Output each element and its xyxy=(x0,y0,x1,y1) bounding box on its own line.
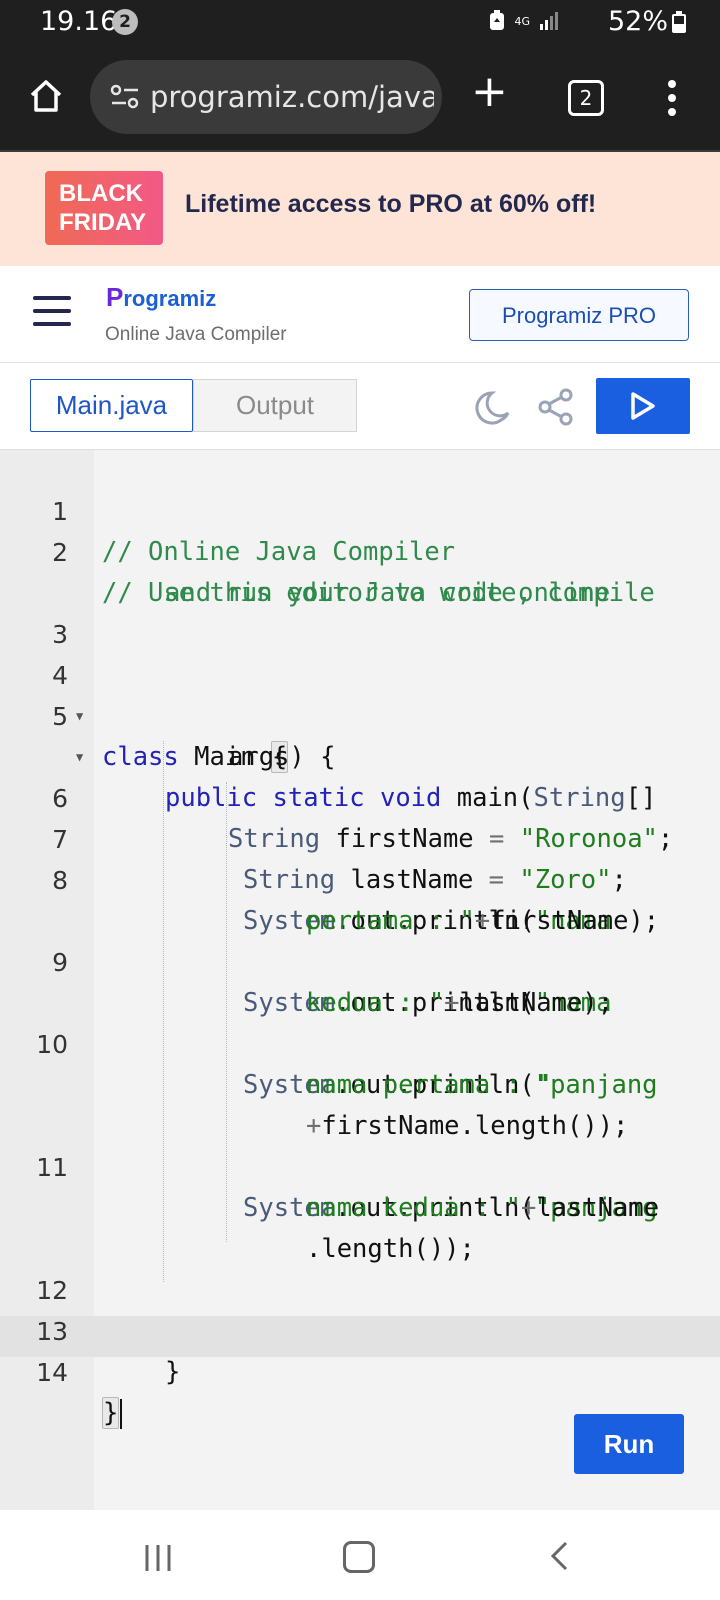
recent-apps-icon[interactable] xyxy=(143,1543,173,1573)
site-header: Programiz Online Java Compiler Programiz… xyxy=(0,266,720,363)
battery-percent: 52% xyxy=(607,6,668,37)
page-subtitle: Online Java Compiler xyxy=(105,324,287,345)
line-number: 14 xyxy=(36,1358,68,1387)
url-text[interactable]: programiz.com/java-pr xyxy=(150,80,434,114)
dark-mode-moon-icon[interactable] xyxy=(475,387,515,427)
code-punct: } xyxy=(165,1357,181,1387)
programiz-pro-button[interactable]: Programiz PRO xyxy=(469,289,689,341)
home-icon[interactable] xyxy=(28,78,64,114)
status-time: 19.16 xyxy=(40,6,118,37)
black-friday-badge: BLACK FRIDAY xyxy=(45,171,163,245)
matched-brace: } xyxy=(102,1397,120,1429)
run-button[interactable]: Run xyxy=(574,1414,684,1474)
tab-output[interactable]: Output xyxy=(193,379,357,432)
promo-banner[interactable]: BLACK FRIDAY Lifetime access to PRO at 6… xyxy=(0,152,720,266)
back-icon[interactable] xyxy=(549,1541,569,1571)
more-menu-icon[interactable] xyxy=(668,80,676,122)
editor-toolbar: Main.java Output xyxy=(0,363,720,450)
programiz-logo[interactable]: Programiz xyxy=(106,282,216,313)
new-tab-plus-icon[interactable]: + xyxy=(471,70,508,114)
tabs-count-button[interactable]: 2 xyxy=(568,80,604,116)
battery-icon xyxy=(672,11,686,33)
status-bar: 19.16 2 4G 52% xyxy=(0,0,720,44)
badge-line-2: FRIDAY xyxy=(59,209,147,236)
network-type-label: 4G xyxy=(514,14,530,28)
badge-line-1: BLACK xyxy=(59,180,143,207)
text-cursor xyxy=(120,1399,123,1429)
battery-saver-icon xyxy=(490,10,505,30)
signal-icon xyxy=(540,12,558,30)
system-nav-bar xyxy=(0,1510,720,1600)
promo-text[interactable]: Lifetime access to PRO at 60% off! xyxy=(185,190,596,219)
logo-text: rogramiz xyxy=(123,286,217,311)
notification-count-badge: 2 xyxy=(112,9,138,35)
home-nav-icon[interactable] xyxy=(343,1541,375,1573)
address-bar[interactable]: programiz.com/java-pr xyxy=(90,60,442,134)
play-icon xyxy=(631,392,655,420)
logo-initial: P xyxy=(106,282,124,312)
status-icons: 4G xyxy=(488,10,560,32)
hamburger-menu-icon[interactable] xyxy=(33,296,71,335)
share-icon[interactable] xyxy=(537,387,575,427)
code-editor[interactable]: 1 // Online Java Compiler 2 // Use this … xyxy=(0,450,720,1510)
run-play-button[interactable] xyxy=(596,378,690,434)
site-settings-icon[interactable] xyxy=(110,84,140,110)
tab-main-java[interactable]: Main.java xyxy=(30,379,193,432)
browser-toolbar: programiz.com/java-pr + 2 xyxy=(0,44,720,152)
